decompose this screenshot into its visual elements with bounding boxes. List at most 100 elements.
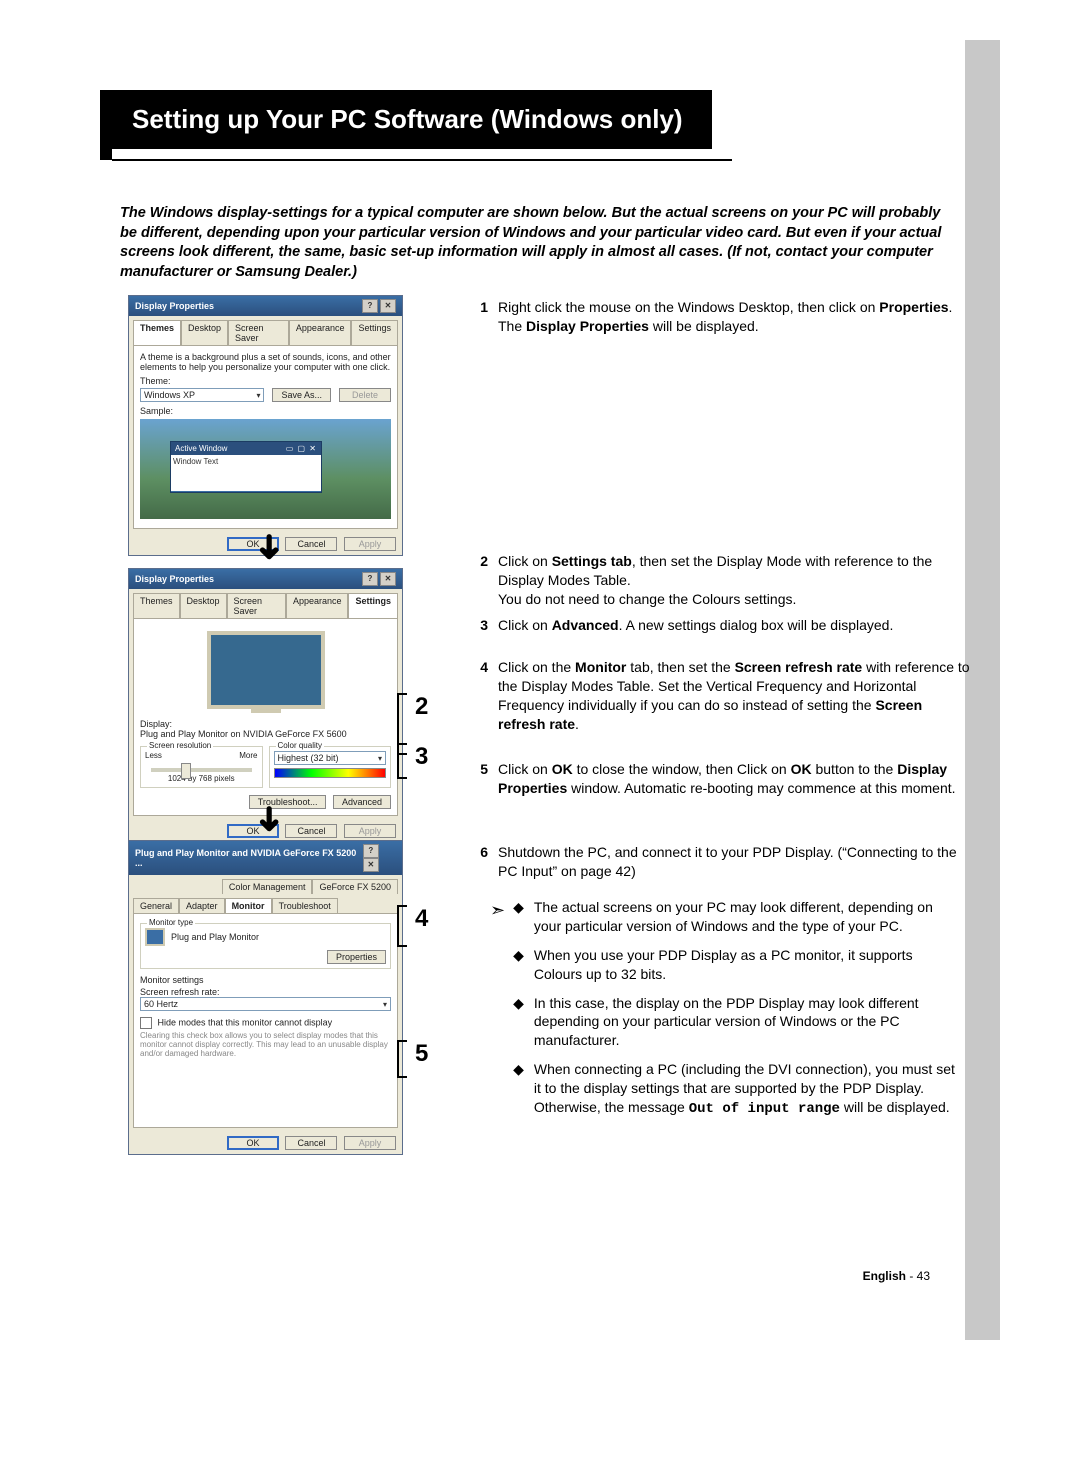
- apply-button[interactable]: Apply: [344, 537, 396, 551]
- footer-page: - 43: [909, 1269, 930, 1283]
- refresh-rate-dropdown[interactable]: 60 Hertz ▾: [140, 997, 391, 1011]
- dialog-title: Plug and Play Monitor and NVIDIA GeForce…: [135, 848, 361, 868]
- dialog-titlebar: Plug and Play Monitor and NVIDIA GeForce…: [129, 841, 402, 875]
- callout-5: 5: [415, 1040, 435, 1078]
- tab-appearance[interactable]: Appearance: [286, 593, 349, 618]
- monitor-type-value: Plug and Play Monitor: [171, 932, 259, 942]
- dialog-tabs: ThemesDesktopScreen SaverAppearanceSetti…: [129, 316, 402, 345]
- resolution-slider[interactable]: [151, 768, 252, 772]
- footer-language: English: [863, 1269, 906, 1283]
- hide-modes-checkbox-row[interactable]: Hide modes that this monitor cannot disp…: [140, 1017, 391, 1029]
- hide-modes-description: Clearing this check box allows you to se…: [140, 1031, 391, 1058]
- tab-geforce-fx-5200[interactable]: GeForce FX 5200: [312, 879, 398, 894]
- tab-adapter[interactable]: Adapter: [179, 898, 225, 913]
- flow-arrow-down: ➜: [249, 805, 289, 834]
- monitor-preview: [140, 625, 391, 715]
- cancel-button[interactable]: Cancel: [285, 1136, 337, 1150]
- dialog-title: Display Properties: [135, 574, 214, 584]
- sample-label: Sample:: [140, 406, 391, 416]
- note-block: ➣ ◆The actual screens on your PC may loo…: [490, 898, 960, 1129]
- window-icons: ?✕: [361, 844, 396, 872]
- theme-sample-preview: Active Window ▭ ▢ ✕ Window Text: [140, 419, 391, 519]
- step-number: 4: [460, 658, 498, 734]
- tab-themes[interactable]: Themes: [133, 593, 180, 618]
- theme-label: Theme:: [140, 376, 391, 386]
- dialog-tabs: ThemesDesktopScreen SaverAppearanceSetti…: [129, 589, 402, 618]
- monitor-settings-label: Monitor settings: [140, 975, 391, 985]
- step-body: Click on Advanced. A new settings dialog…: [498, 616, 970, 635]
- preview-window-title: Active Window: [175, 444, 227, 453]
- callout-3: 3: [415, 743, 435, 779]
- preview-window-text: Window Text: [171, 455, 321, 491]
- callout-4: 4: [415, 905, 435, 947]
- step-number: 3: [460, 616, 498, 635]
- cancel-button[interactable]: Cancel: [285, 537, 337, 551]
- resolution-value: 1024 by 768 pixels: [145, 774, 258, 783]
- bullet-diamond-icon: ◆: [511, 1060, 534, 1119]
- step-body: Click on Settings tab, then set the Disp…: [498, 552, 970, 609]
- theme-dropdown[interactable]: Windows XP ▾: [140, 388, 264, 402]
- flow-arrow-down: ➜: [249, 533, 289, 562]
- screenshot-monitor-properties: Plug and Play Monitor and NVIDIA GeForce…: [128, 840, 403, 1155]
- tab-screen-saver[interactable]: Screen Saver: [228, 320, 289, 345]
- cancel-button[interactable]: Cancel: [285, 824, 337, 838]
- title-underline: [112, 159, 732, 161]
- tab-color-management[interactable]: Color Management: [222, 879, 313, 894]
- step-5: 5Click on OK to close the window, then C…: [460, 760, 970, 812]
- dialog-titlebar: Display Properties ?✕: [129, 569, 402, 589]
- settings-panel: Display: Plug and Play Monitor on NVIDIA…: [133, 618, 398, 816]
- color-label: Color quality: [276, 741, 324, 750]
- refresh-label: Screen refresh rate:: [140, 987, 391, 997]
- step-1: 1Right click the mouse on the Windows De…: [460, 298, 970, 350]
- ok-button[interactable]: OK: [227, 1136, 279, 1150]
- window-icons: ?✕: [360, 299, 396, 313]
- refresh-value: 60 Hertz: [144, 999, 178, 1009]
- tab-desktop[interactable]: Desktop: [181, 320, 228, 345]
- step-6: 6Shutdown the PC, and connect it to your…: [460, 843, 970, 895]
- hide-modes-label: Hide modes that this monitor cannot disp…: [158, 1017, 333, 1027]
- resolution-label: Screen resolution: [147, 741, 213, 750]
- advanced-button[interactable]: Advanced: [333, 795, 391, 809]
- manual-page: Setting up Your PC Software (Windows onl…: [0, 0, 1080, 1473]
- tab-monitor[interactable]: Monitor: [225, 898, 272, 913]
- step-number: 2: [460, 552, 498, 609]
- delete-button[interactable]: Delete: [339, 388, 391, 402]
- save-as-button[interactable]: Save As...: [272, 388, 331, 402]
- monitor-settings-group: Monitor settings Screen refresh rate: 60…: [140, 975, 391, 1118]
- tab-desktop[interactable]: Desktop: [180, 593, 227, 618]
- page-footer: English - 43: [863, 1269, 930, 1283]
- dialog-tabs-top: Color ManagementGeForce FX 5200: [129, 875, 402, 894]
- note-item: ◆In this case, the display on the PDP Di…: [511, 994, 960, 1051]
- tab-settings[interactable]: Settings: [351, 320, 398, 345]
- screenshot-display-properties-themes: Display Properties ?✕ ThemesDesktopScree…: [128, 295, 403, 556]
- step-body: Click on OK to close the window, then Cl…: [498, 760, 970, 798]
- step-number: 6: [460, 843, 498, 881]
- dialog-titlebar: Display Properties ?✕: [129, 296, 402, 316]
- note-item: ◆When connecting a PC (including the DVI…: [511, 1060, 960, 1119]
- step-number: 1: [460, 298, 498, 336]
- res-less: Less: [145, 751, 162, 760]
- tab-screen-saver[interactable]: Screen Saver: [227, 593, 286, 618]
- page-title: Setting up Your PC Software (Windows onl…: [112, 90, 712, 149]
- themes-panel: A theme is a background plus a set of so…: [133, 345, 398, 529]
- properties-button[interactable]: Properties: [327, 950, 386, 964]
- tab-themes[interactable]: Themes: [133, 320, 181, 345]
- bullet-diamond-icon: ◆: [511, 946, 534, 984]
- dialog-tabs-bottom: GeneralAdapterMonitorTroubleshoot: [129, 894, 402, 913]
- tab-troubleshoot[interactable]: Troubleshoot: [272, 898, 338, 913]
- apply-button[interactable]: Apply: [344, 1136, 396, 1150]
- step-body: Shutdown the PC, and connect it to your …: [498, 843, 970, 881]
- right-sidebar-decoration: [965, 40, 1000, 1340]
- tab-settings[interactable]: Settings: [348, 593, 398, 618]
- step-4: 4Click on the Monitor tab, then set the …: [460, 658, 970, 748]
- apply-button[interactable]: Apply: [344, 824, 396, 838]
- tab-general[interactable]: General: [133, 898, 179, 913]
- theme-description: A theme is a background plus a set of so…: [140, 352, 391, 372]
- chevron-down-icon: ▾: [256, 391, 260, 400]
- color-quality-dropdown[interactable]: Highest (32 bit) ▾: [274, 751, 387, 765]
- step-2: 2Click on Settings tab, then set the Dis…: [460, 552, 970, 623]
- bullet-diamond-icon: ◆: [511, 994, 534, 1051]
- tab-appearance[interactable]: Appearance: [289, 320, 352, 345]
- color-value: Highest (32 bit): [278, 753, 339, 763]
- chevron-down-icon: ▾: [378, 754, 382, 763]
